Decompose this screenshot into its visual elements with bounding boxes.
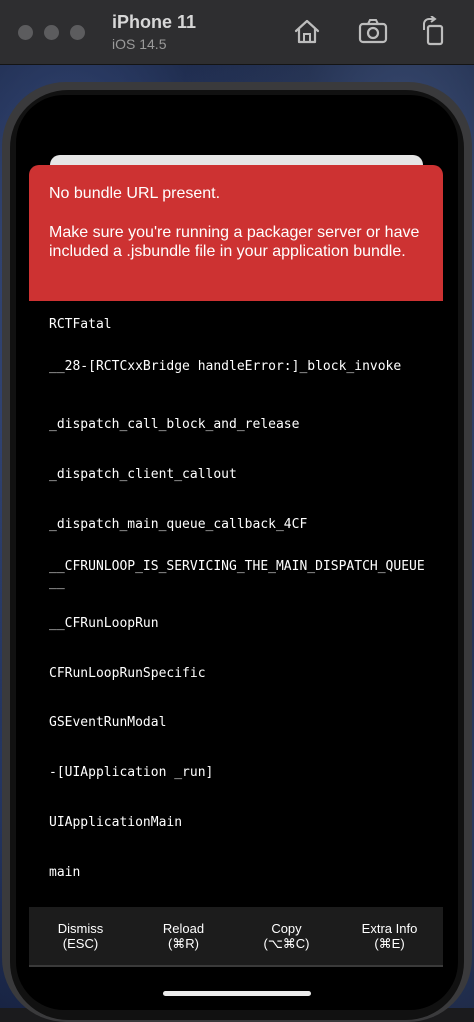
stack-frame[interactable]: __CFRunLoopRun [49,616,425,632]
stack-frame[interactable]: GSEventRunModal [49,715,425,731]
device-name: iPhone 11 [112,12,197,32]
extra-info-shortcut: (⌘E) [374,936,405,951]
stack-frame[interactable]: __CFRUNLOOP_IS_SERVICING_THE_MAIN_DISPAT… [49,559,425,591]
screenshot-icon[interactable] [357,16,389,46]
phone-screen: No bundle URL present. Make sure you're … [16,95,458,1010]
stack-frame[interactable]: RCTFatal [49,317,425,333]
minimize-window-button[interactable] [44,25,59,40]
dismiss-shortcut: (ESC) [62,936,99,951]
dismiss-label: Dismiss [57,921,104,936]
reload-shortcut: (⌘R) [167,936,200,951]
os-version: iOS 14.5 [112,36,167,52]
copy-button[interactable]: Copy (⌥⌘C) [235,907,338,965]
redbox-error-header: No bundle URL present. Make sure you're … [29,165,443,301]
stack-frame[interactable]: _dispatch_main_queue_callback_4CF [49,517,425,533]
home-icon[interactable] [291,16,323,46]
stack-frame[interactable]: UIApplicationMain [49,815,425,831]
stack-frame[interactable]: _dispatch_call_block_and_release [49,417,425,433]
close-window-button[interactable] [18,25,33,40]
reload-button[interactable]: Reload (⌘R) [132,907,235,965]
reload-label: Reload [162,921,205,936]
stack-frame[interactable]: CFRunLoopRunSpecific [49,666,425,682]
rotate-icon[interactable] [418,16,450,46]
home-indicator [163,991,311,996]
copy-label: Copy [271,921,302,936]
stack-frame[interactable]: -[UIApplication _run] [49,765,425,781]
zoom-window-button[interactable] [70,25,85,40]
dismiss-button[interactable]: Dismiss (ESC) [29,907,132,965]
stack-frame[interactable]: main [49,865,425,881]
extra-info-button[interactable]: Extra Info (⌘E) [338,907,441,965]
redbox-toolbar: Dismiss (ESC) Reload (⌘R) Copy (⌥⌘C) Ext… [29,907,443,967]
stack-frame[interactable]: _dispatch_client_callout [49,467,425,483]
extra-info-label: Extra Info [361,921,418,936]
copy-shortcut: (⌥⌘C) [263,936,310,951]
stack-frame[interactable]: __28-[RCTCxxBridge handleError:]_block_i… [49,359,425,375]
simulator-title-bar: iPhone 11 iOS 14.5 [0,0,474,65]
error-title: No bundle URL present. [49,185,221,202]
error-message: Make sure you're running a packager serv… [49,224,420,260]
